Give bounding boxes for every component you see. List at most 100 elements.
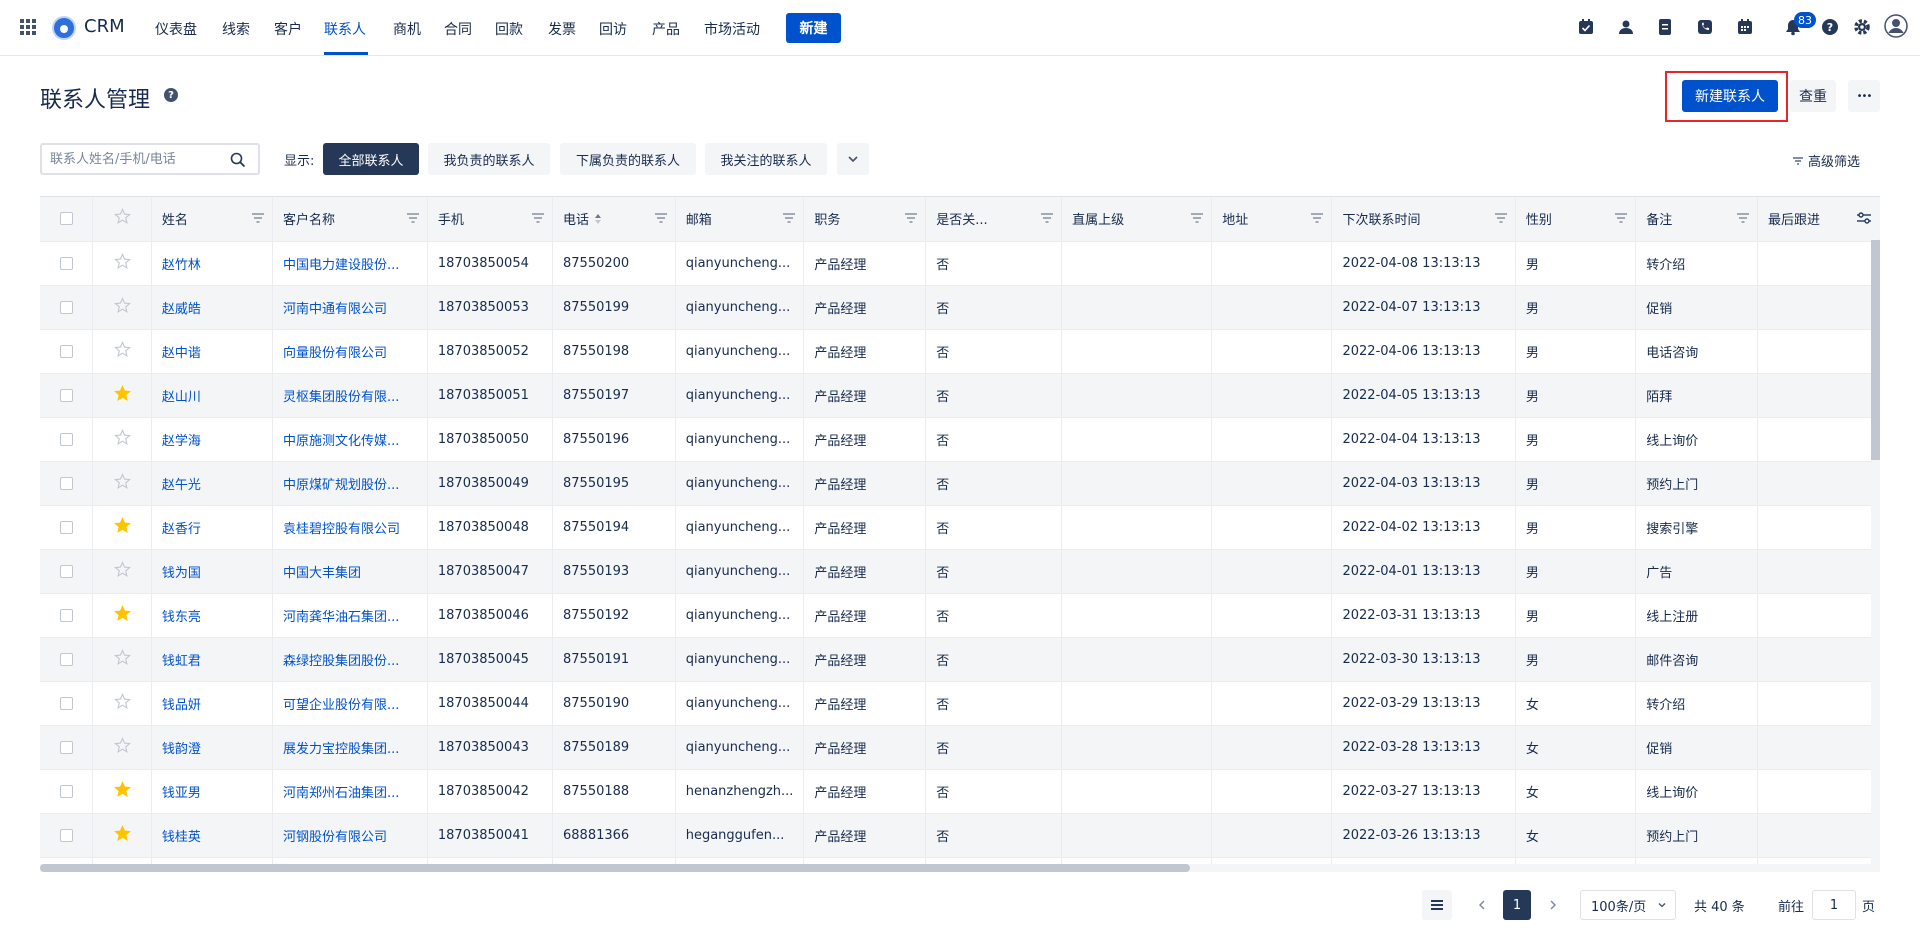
row-checkbox[interactable] [59, 300, 73, 314]
filter-icon[interactable] [905, 212, 918, 227]
calendar-icon[interactable] [1736, 18, 1754, 36]
cell-name[interactable]: 钱品妍 [151, 681, 273, 726]
star-outline-icon[interactable] [113, 472, 131, 494]
cell-customer[interactable]: 中国大丰集团 [272, 549, 428, 594]
star-outline-icon[interactable] [113, 560, 131, 582]
column-header[interactable]: 邮箱 [675, 197, 805, 242]
column-header[interactable]: 性别 [1515, 197, 1637, 242]
table-row[interactable]: 钱桂英 河钢股份有限公司 18703850041 68881366 heganggufe… [40, 813, 1880, 858]
star-outline-icon[interactable] [113, 252, 131, 274]
star-outline-icon[interactable] [113, 648, 131, 670]
favorite-cell[interactable] [92, 505, 152, 550]
favorite-cell[interactable] [92, 241, 152, 286]
star-filled-icon[interactable] [113, 780, 131, 802]
view-followed-contacts[interactable]: 我关注的联系人 [705, 143, 827, 175]
favorite-cell[interactable] [92, 549, 152, 594]
cell-name[interactable]: 赵香行 [151, 505, 273, 550]
cell-customer[interactable]: 袁桂碧控股有限公司 [272, 505, 428, 550]
nav-item-2[interactable]: 客户 [274, 19, 302, 39]
row-checkbox-cell[interactable] [40, 373, 94, 418]
cell-name[interactable]: 钱韵澄 [151, 725, 273, 770]
table-row[interactable]: 钱韵澄 展发力宝控股集团... 18703850043 87550189 qianyun… [40, 725, 1880, 770]
row-checkbox[interactable] [59, 520, 73, 534]
cell-customer[interactable]: 河南龚华油石集团... [272, 593, 428, 638]
row-checkbox[interactable] [59, 696, 73, 710]
row-checkbox-cell[interactable] [40, 285, 94, 330]
favorite-cell[interactable] [92, 813, 152, 858]
row-checkbox[interactable] [59, 784, 73, 798]
page-size-select[interactable]: 100条/页 [1580, 890, 1676, 920]
check-duplicate-button[interactable]: 查重 [1790, 80, 1836, 112]
nav-item-3[interactable]: 联系人 [324, 19, 366, 39]
view-subordinate-contacts[interactable]: 下属负责的联系人 [560, 143, 696, 175]
document-icon[interactable] [1656, 18, 1674, 36]
filter-icon[interactable] [654, 212, 667, 227]
favorite-cell[interactable] [92, 285, 152, 330]
nav-item-5[interactable]: 合同 [444, 19, 472, 39]
page-1-button[interactable]: 1 [1503, 890, 1531, 920]
nav-item-10[interactable]: 市场活动 [704, 19, 760, 39]
cell-name[interactable]: 钱东亮 [151, 593, 273, 638]
nav-item-7[interactable]: 发票 [548, 19, 576, 39]
cell-customer[interactable]: 展发力宝控股集团... [272, 725, 428, 770]
cell-customer[interactable]: 中原煤矿规划股份... [272, 461, 428, 506]
column-header[interactable]: 姓名 [151, 197, 273, 242]
cell-customer[interactable] [272, 857, 428, 864]
star-outline-icon[interactable] [113, 340, 131, 362]
column-header[interactable]: 地址 [1211, 197, 1333, 242]
table-row[interactable]: 赵竹林 中国电力建设股份... 18703850054 87550200 qianyun… [40, 241, 1880, 286]
gear-icon[interactable] [1853, 18, 1871, 36]
cell-name[interactable]: 钱桂英 [151, 813, 273, 858]
row-checkbox[interactable] [59, 608, 73, 622]
star-filled-icon[interactable] [113, 516, 131, 538]
column-settings-button[interactable] [1848, 197, 1880, 239]
column-header[interactable]: 手机 [427, 197, 554, 242]
cell-name[interactable]: 赵午光 [151, 461, 273, 506]
row-checkbox[interactable] [59, 740, 73, 754]
table-row[interactable]: 赵山川 灵枢集团股份有限... 18703850051 87550197 qianyun… [40, 373, 1880, 418]
new-contact-button[interactable]: 新建联系人 [1682, 80, 1778, 112]
row-checkbox-cell[interactable] [40, 417, 94, 462]
cell-customer[interactable]: 向量股份有限公司 [272, 329, 428, 374]
row-checkbox[interactable] [59, 564, 73, 578]
cell-name[interactable]: 钱虹君 [151, 637, 273, 682]
more-actions-button[interactable]: ••• [1848, 80, 1880, 112]
filter-icon[interactable] [783, 212, 796, 227]
cell-name[interactable]: 赵中谐 [151, 329, 273, 374]
favorite-cell[interactable] [92, 593, 152, 638]
nav-item-1[interactable]: 线索 [222, 19, 250, 39]
table-row[interactable]: 钱东亮 河南龚华油石集团... 18703850046 87550192 qianyun… [40, 593, 1880, 638]
column-header[interactable]: 下次联系时间 [1331, 197, 1516, 242]
row-checkbox-cell[interactable] [40, 549, 94, 594]
cell-name[interactable]: 赵山川 [151, 373, 273, 418]
row-checkbox[interactable] [59, 256, 73, 270]
table-row[interactable]: 赵中谐 向量股份有限公司 18703850052 87550198 qianyunche… [40, 329, 1880, 374]
row-checkbox-cell[interactable] [40, 813, 94, 858]
vertical-scroll-thumb[interactable] [1871, 240, 1880, 460]
row-checkbox-cell[interactable] [40, 681, 94, 726]
favorite-cell[interactable] [92, 637, 152, 682]
star-outline-icon[interactable] [113, 428, 131, 450]
filter-icon[interactable] [1041, 212, 1054, 227]
row-checkbox-cell[interactable] [40, 505, 94, 550]
filter-icon[interactable] [1737, 212, 1750, 227]
nav-item-8[interactable]: 回访 [599, 19, 627, 39]
horizontal-scroll-thumb[interactable] [40, 864, 1190, 872]
star-filled-icon[interactable] [113, 824, 131, 846]
sort-icon[interactable] [595, 213, 602, 228]
view-my-contacts[interactable]: 我负责的联系人 [428, 143, 550, 175]
cell-customer[interactable]: 森绿控股集团股份... [272, 637, 428, 682]
cell-customer[interactable]: 河钢股份有限公司 [272, 813, 428, 858]
cell-name[interactable]: 赵威皓 [151, 285, 273, 330]
user-avatar-icon[interactable] [1884, 14, 1908, 38]
contact-card-icon[interactable] [1617, 18, 1635, 36]
row-checkbox-cell[interactable] [40, 769, 94, 814]
row-checkbox[interactable] [59, 652, 73, 666]
cell-name[interactable] [151, 857, 273, 864]
star-filled-icon[interactable] [113, 604, 131, 626]
phone-icon[interactable] [1696, 18, 1714, 36]
row-checkbox-cell[interactable] [40, 593, 94, 638]
filter-icon[interactable] [1191, 212, 1204, 227]
column-header[interactable]: 职务 [803, 197, 927, 242]
favorite-cell[interactable] [92, 725, 152, 770]
